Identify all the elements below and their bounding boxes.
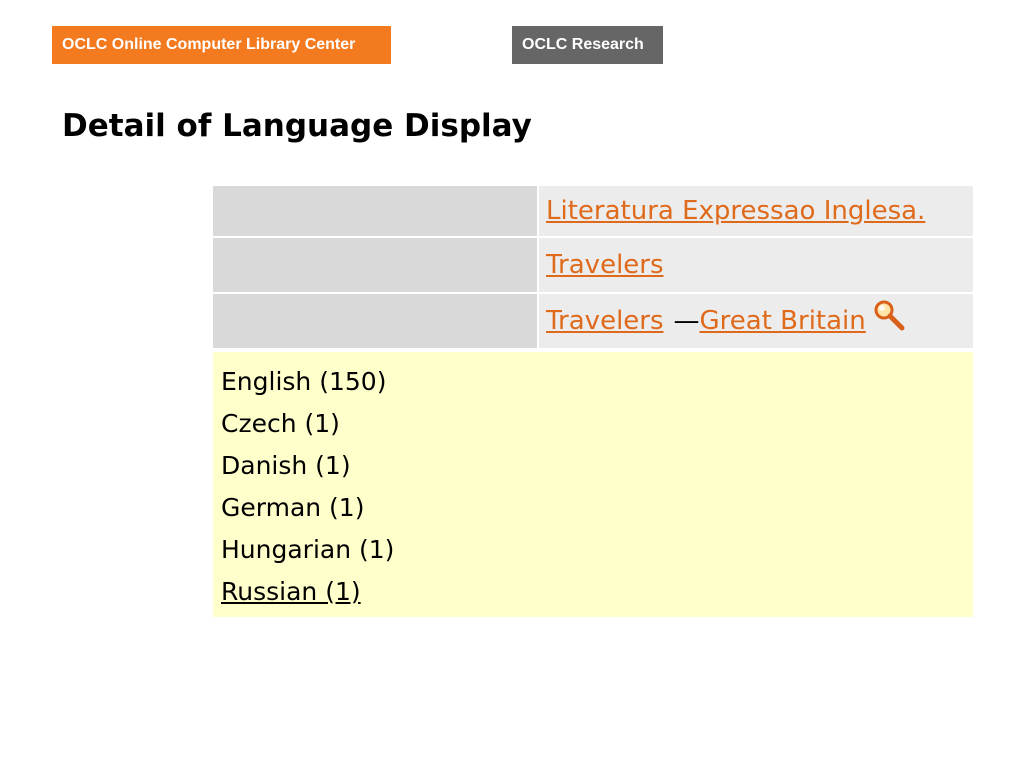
language-label: Danish (1)	[221, 451, 351, 480]
language-label: English (150)	[221, 367, 387, 396]
language-label: German (1)	[221, 493, 365, 522]
subject-link-travelers[interactable]: Travelers	[546, 306, 664, 336]
subject-heading-cell: Literatura Expressao Inglesa.	[539, 186, 973, 236]
subject-heading-cell: Travelers	[539, 238, 973, 292]
subject-table: Literatura Expressao Inglesa. Travelers …	[213, 186, 973, 350]
subject-label-cell	[213, 294, 537, 348]
language-item-german: German (1)	[213, 487, 973, 529]
oclc-logo-banner[interactable]: OCLC Online Computer Library Center	[52, 26, 391, 64]
subject-row: Travelers	[213, 238, 973, 292]
page-title: Detail of Language Display	[62, 108, 532, 144]
language-link[interactable]: Russian (1)	[221, 577, 361, 606]
subject-heading-cell: Travelers — Great Britain	[539, 294, 973, 348]
oclc-research-banner[interactable]: OCLC Research	[512, 26, 663, 64]
subject-link-great-britain[interactable]: Great Britain	[700, 306, 866, 336]
subject-separator: —	[673, 306, 700, 336]
language-item-english: English (150)	[213, 361, 973, 403]
subject-label-cell	[213, 238, 537, 292]
language-label: Czech (1)	[221, 409, 340, 438]
page: OCLC Online Computer Library Center OCLC…	[0, 0, 1024, 768]
subject-row: Literatura Expressao Inglesa.	[213, 186, 973, 236]
language-item-hungarian: Hungarian (1)	[213, 529, 973, 571]
language-item-czech: Czech (1)	[213, 403, 973, 445]
subject-link-travelers[interactable]: Travelers	[546, 250, 664, 280]
subject-label-cell	[213, 186, 537, 236]
language-item-danish: Danish (1)	[213, 445, 973, 487]
language-item-russian[interactable]: Russian (1)	[213, 571, 973, 613]
language-list: English (150) Czech (1) Danish (1) Germa…	[213, 352, 973, 617]
language-label: Hungarian (1)	[221, 535, 395, 564]
magnifier-icon[interactable]	[872, 298, 906, 332]
subject-row: Travelers — Great Britain	[213, 294, 973, 348]
subject-link-literatura[interactable]: Literatura Expressao Inglesa.	[546, 196, 925, 226]
